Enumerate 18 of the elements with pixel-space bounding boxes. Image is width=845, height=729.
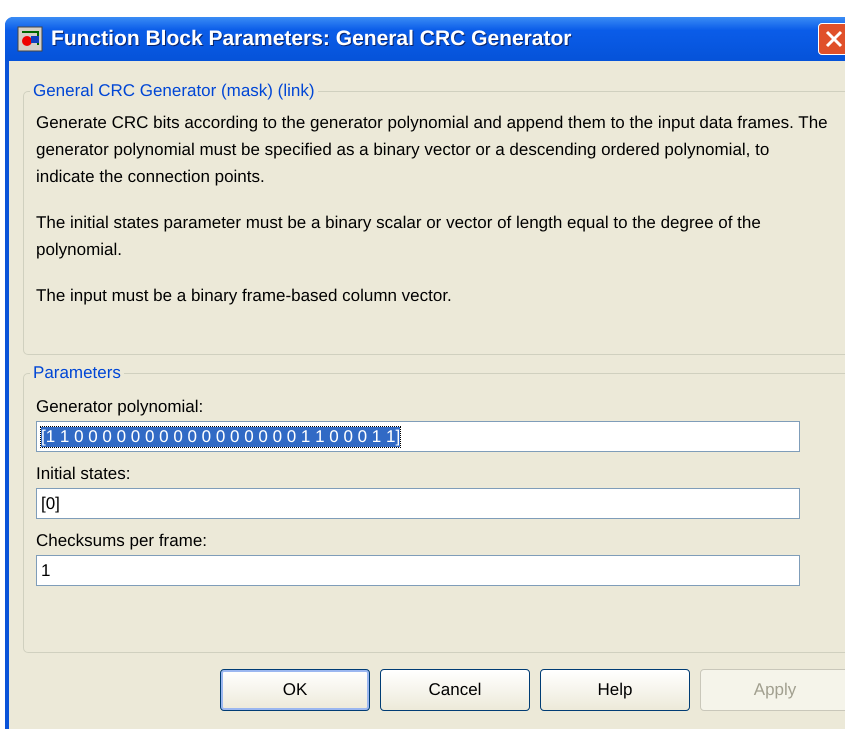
field-label: Generator polynomial: — [36, 397, 204, 417]
input-field[interactable]: [1 1 0 0 0 0 0 0 0 0 0 0 0 0 0 0 0 0 1 1 0 0 0 1 1] — [36, 421, 800, 452]
field-label: Initial states: — [36, 464, 132, 484]
input-field[interactable]: [0] — [36, 488, 800, 519]
close-icon — [825, 30, 843, 48]
dialog-button[interactable]: Help — [540, 669, 690, 711]
input-field[interactable]: 1 — [36, 555, 800, 586]
description-text: Generate CRC bits according to the generator polynomial and append them to the input data frames. The generator polynomial must be specified as a binary vector or a descending ordered polynomial, to indicate the connection points. — [36, 112, 829, 188]
window-title: Function Block Parameters: General CRC Generator — [51, 27, 572, 51]
dialog-button[interactable]: Cancel — [380, 669, 530, 711]
close-button[interactable] — [818, 23, 845, 55]
app-icon — [17, 26, 43, 52]
group-title: Parameters — [32, 363, 122, 383]
description-text: The input must be a binary frame-based column vector. — [36, 285, 453, 307]
field-label: Checksums per frame: — [36, 531, 208, 551]
group-title: General CRC Generator (mask) (link) — [32, 81, 316, 101]
description-text: The initial states parameter must be a binary scalar or vector of length equal to the degree of the polynomial. — [36, 212, 762, 261]
dialog-button[interactable]: OK — [220, 669, 370, 711]
